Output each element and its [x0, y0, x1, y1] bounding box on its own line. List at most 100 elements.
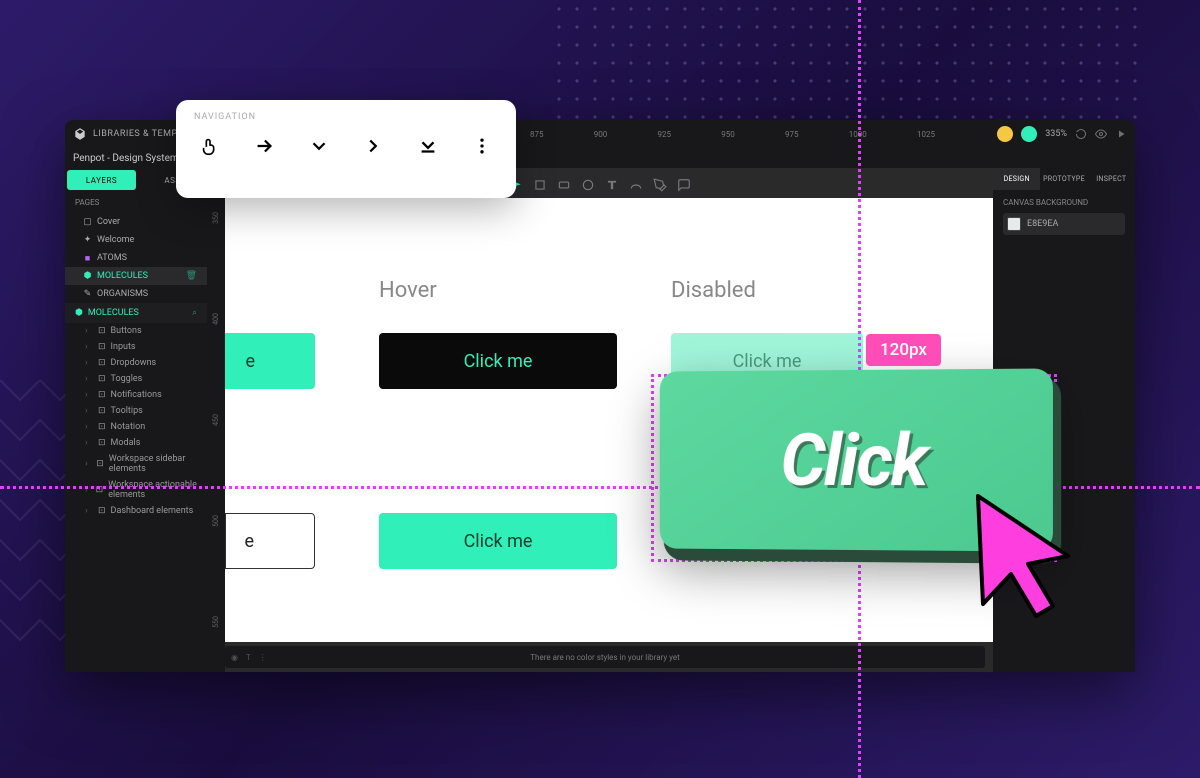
- button-label: Click me: [464, 351, 533, 372]
- user-avatar[interactable]: [997, 126, 1013, 142]
- tree-item-notation[interactable]: ›⊡Notation: [65, 419, 207, 435]
- chevron-right-icon: ›: [85, 438, 93, 448]
- cursor-icon: [958, 486, 1088, 626]
- chevron-right-icon[interactable]: [361, 134, 385, 158]
- trash-icon[interactable]: 🗑: [186, 271, 197, 281]
- zoom-level[interactable]: 335%: [1045, 129, 1067, 139]
- button-secondary-hover[interactable]: Click me: [379, 513, 617, 569]
- text-icon[interactable]: T: [246, 653, 251, 662]
- big-click-illustration: Click: [656, 370, 1058, 566]
- play-icon[interactable]: [1115, 128, 1127, 140]
- ruler-mark: 1025: [917, 130, 935, 139]
- chevron-down-icon[interactable]: [307, 134, 331, 158]
- pointer-icon[interactable]: [198, 134, 222, 158]
- ruler-mark: 925: [658, 130, 672, 139]
- tree-item-tooltips[interactable]: › ⊡ Tooltips: [65, 403, 207, 419]
- tree-item-buttons[interactable]: ›⊡Buttons: [65, 323, 207, 339]
- nav-popup-title: NAVIGATION: [194, 112, 498, 122]
- chevron-right-icon: ›: [85, 406, 93, 416]
- tab-layers[interactable]: LAYERS: [67, 170, 136, 190]
- frame-icon: ⊡: [98, 374, 106, 384]
- ruler-mark: 350: [212, 212, 220, 224]
- rect-tool-icon[interactable]: [557, 178, 571, 192]
- frame-tool-icon[interactable]: [533, 178, 547, 192]
- tree-item-toggles[interactable]: › ⊡ Toggles: [65, 371, 207, 387]
- column-header-disabled: Disabled: [671, 278, 756, 303]
- tree-item-dropdowns[interactable]: ›⊡Dropdowns: [65, 355, 207, 371]
- big-click-label: Click: [780, 417, 926, 503]
- frame-icon: ⊡: [96, 459, 104, 469]
- nav-icon-row: [194, 134, 498, 158]
- chevron-down-line-icon[interactable]: [416, 134, 440, 158]
- color-swatch[interactable]: [1007, 217, 1021, 231]
- tab-inspect[interactable]: INSPECT: [1088, 168, 1135, 190]
- tree-item-notifications[interactable]: › ⊡ Notifications: [65, 387, 207, 403]
- frame-icon: ⊡: [98, 438, 106, 448]
- user-avatar[interactable]: [1021, 126, 1037, 142]
- tree-item-modals[interactable]: › ⊡ Modals: [65, 435, 207, 451]
- button-default-partial[interactable]: e: [225, 333, 315, 389]
- chevron-right-icon: ›: [85, 374, 93, 384]
- page-item-organisms[interactable]: ✎ ORGANISMS: [65, 285, 207, 303]
- app-logo-icon: [73, 127, 87, 141]
- chevron-right-icon: ›: [85, 390, 93, 400]
- tree-label: Inputs: [111, 342, 136, 352]
- tab-design[interactable]: DESIGN: [993, 168, 1040, 190]
- text-tool-icon[interactable]: [605, 178, 619, 192]
- more-vertical-icon[interactable]: [470, 134, 494, 158]
- layer-tree-header[interactable]: ⬢ MOLECULES ⌕: [65, 303, 207, 323]
- frame-icon: ⊡: [98, 358, 106, 368]
- more-icon[interactable]: ⋮: [259, 653, 267, 662]
- button-label: e: [244, 531, 254, 552]
- page-item-cover[interactable]: ▢Cover: [65, 213, 207, 231]
- molecule-icon: ⬢: [75, 308, 83, 318]
- color-input-row[interactable]: E8E9EA: [1003, 213, 1125, 235]
- comment-tool-icon[interactable]: [677, 178, 691, 192]
- ellipse-tool-icon[interactable]: [581, 178, 595, 192]
- search-icon[interactable]: ⌕: [192, 308, 197, 318]
- tree-label: Buttons: [111, 326, 142, 336]
- chevron-right-icon: ›: [85, 422, 93, 432]
- tree-label: Workspace actionable elements: [108, 480, 199, 500]
- tree-item-workspace-sidebar[interactable]: ›⊡Workspace sidebar elements: [65, 451, 207, 477]
- pen-tool-icon[interactable]: [653, 178, 667, 192]
- button-secondary-default-partial[interactable]: e: [225, 513, 315, 569]
- page-label: ATOMS: [97, 253, 127, 263]
- eye-icon[interactable]: [1095, 128, 1107, 140]
- page-item-welcome[interactable]: ✦Welcome: [65, 231, 207, 249]
- palette-icon[interactable]: ◉: [231, 653, 238, 662]
- left-panel: LAYERS ASS PAGES ▢Cover ✦Welcome ■ATOMS …: [65, 168, 207, 672]
- tree-label: Toggles: [111, 374, 143, 384]
- page-item-molecules[interactable]: ⬢MOLECULES🗑: [65, 267, 207, 285]
- tree-item-workspace-actionable[interactable]: ›⊡Workspace actionable elements: [65, 477, 207, 503]
- ruler-mark: 500: [212, 515, 220, 527]
- tree-label: Tooltips: [111, 406, 143, 416]
- canvas-bg-label: CANVAS BACKGROUND: [1003, 198, 1125, 207]
- tree-header-label: MOLECULES: [88, 308, 139, 318]
- chevron-right-icon: ›: [85, 326, 93, 336]
- page-label: Cover: [97, 217, 120, 227]
- organism-icon: ✎: [83, 290, 92, 299]
- tree-item-dashboard[interactable]: ›⊡Dashboard elements: [65, 503, 207, 519]
- page-item-atoms[interactable]: ■ATOMS: [65, 249, 207, 267]
- column-header-hover: Hover: [379, 278, 437, 303]
- ruler-mark: 875: [530, 130, 544, 139]
- decorative-dots: [550, 0, 1150, 130]
- curve-tool-icon[interactable]: [629, 178, 643, 192]
- undo-icon[interactable]: [1075, 128, 1087, 140]
- chevron-right-icon: ›: [85, 506, 93, 516]
- button-hover[interactable]: Click me: [379, 333, 617, 389]
- tree-item-inputs[interactable]: ›⊡Inputs: [65, 339, 207, 355]
- frame-icon: ⊡: [98, 406, 106, 416]
- tree-label: Notifications: [111, 390, 162, 400]
- molecule-icon: ⬢: [83, 272, 92, 281]
- frame-icon: ⊡: [98, 422, 106, 432]
- arrow-right-icon[interactable]: [252, 134, 276, 158]
- tab-prototype[interactable]: PROTOTYPE: [1040, 168, 1087, 190]
- ruler-mark: 450: [212, 414, 220, 426]
- frame-icon: ⊡: [98, 390, 106, 400]
- filename[interactable]: Penpot - Design System: [73, 153, 179, 164]
- page-label: ORGANISMS: [97, 289, 148, 299]
- tree-label: Modals: [111, 438, 141, 448]
- canvas-background-section: CANVAS BACKGROUND E8E9EA: [993, 190, 1135, 243]
